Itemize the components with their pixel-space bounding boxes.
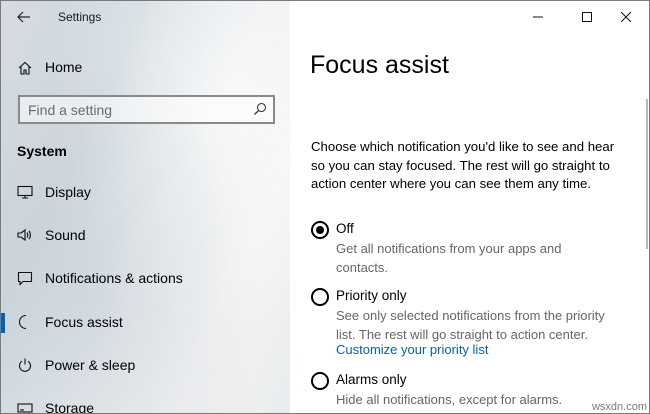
back-arrow-icon [17, 11, 30, 23]
minimize-button[interactable] [515, 1, 561, 33]
sidebar-item-power-sleep[interactable]: Power & sleep [1, 344, 290, 387]
home-nav-item[interactable]: Home [1, 53, 290, 83]
sidebar-item-label: Focus assist [45, 313, 123, 330]
main-content: Focus assist Choose which notification y… [290, 1, 649, 413]
maximize-icon [582, 12, 592, 22]
sidebar-item-label: Notifications & actions [45, 270, 183, 287]
power-icon [18, 358, 32, 372]
section-title: System [17, 143, 67, 159]
home-label: Home [45, 59, 83, 75]
option-description: See only selected notifications from the… [336, 308, 605, 342]
sidebar-item-label: Display [45, 184, 91, 200]
speaker-icon [17, 229, 31, 242]
radio-off[interactable] [311, 221, 329, 239]
option-label: Alarms only [336, 372, 407, 387]
back-button[interactable] [9, 5, 39, 29]
close-icon [621, 12, 631, 22]
home-icon [18, 61, 32, 75]
scrollbar[interactable] [646, 99, 648, 249]
option-label: Off [336, 221, 354, 236]
sidebar-item-notifications[interactable]: Notifications & actions [1, 257, 290, 300]
sidebar-item-focus-assist[interactable]: Focus assist [1, 301, 290, 344]
option-description: Get all notifications from your apps and… [336, 241, 562, 275]
titlebar-left: Settings [1, 1, 290, 33]
sidebar-item-label: Storage [45, 399, 95, 414]
search-icon[interactable] [253, 102, 267, 116]
sidebar-item-label: Power & sleep [45, 356, 136, 373]
sidebar-item-storage[interactable]: Storage [1, 387, 290, 414]
sidebar-item-label: Sound [45, 227, 86, 244]
app-title: Settings [58, 10, 102, 24]
sidebar-item-sound[interactable]: Sound [1, 214, 290, 257]
page-description: Choose which notification you'd like to … [311, 139, 615, 191]
sidebar-item-display[interactable]: Display [1, 171, 290, 214]
search-placeholder: Find a setting [28, 102, 113, 118]
notification-icon [17, 272, 33, 287]
watermark: wsxdn.com [591, 401, 647, 413]
moon-icon [18, 314, 27, 329]
customize-priority-list-link[interactable]: Customize your priority list [336, 342, 488, 357]
display-icon [17, 185, 33, 199]
page-title: Focus assist [310, 51, 449, 79]
radio-priority-only[interactable] [311, 288, 329, 306]
settings-window: Settings Home Find a setting System Disp… [0, 0, 650, 414]
sidebar-nav: Display Sound Notifications & actions Fo… [1, 171, 290, 414]
close-button[interactable] [603, 1, 649, 33]
storage-icon [17, 403, 33, 413]
option-label: Priority only [336, 288, 407, 303]
radio-alarms-only[interactable] [311, 372, 329, 390]
search-box[interactable]: Find a setting [18, 95, 275, 124]
minimize-icon [533, 16, 543, 18]
option-description: Hide all notifications, except for alarm… [336, 392, 563, 407]
sidebar: Settings Home Find a setting System Disp… [1, 1, 290, 414]
